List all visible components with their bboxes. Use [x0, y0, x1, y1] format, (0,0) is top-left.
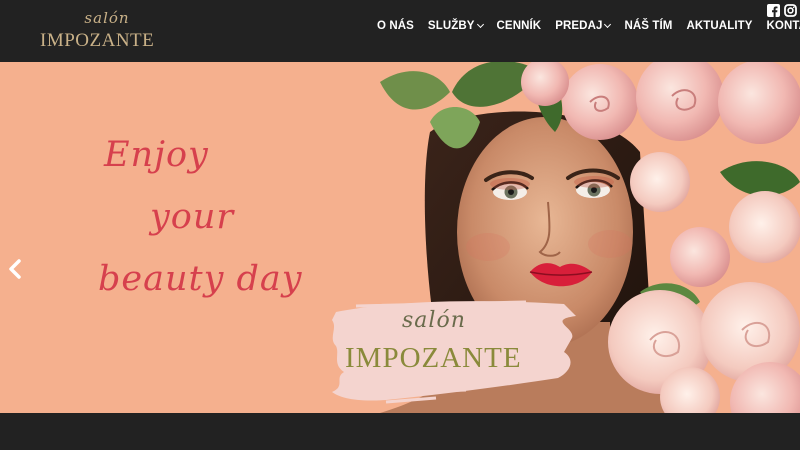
hero-tagline: Enjoy your beauty day [98, 124, 338, 310]
nav-item-aktuality[interactable]: AKTUALITY [686, 20, 752, 32]
facebook-icon[interactable] [767, 4, 780, 17]
badge-script: salón [402, 308, 466, 333]
logo-script: salón [84, 9, 130, 27]
tagline-line: your [150, 197, 235, 237]
hero-slider: Enjoy your beauty day salón IMPOZANTE [0, 62, 800, 413]
chevron-down-icon [476, 20, 484, 29]
badge-name: IMPOZANTE [345, 342, 522, 374]
nav-label: NÁŠ TÍM [624, 20, 673, 32]
nav-item-o-nas[interactable]: O NÁS [377, 20, 414, 32]
nav-label: SLUŽBY [427, 20, 475, 32]
site-header: salón IMPOZANTE O NÁS SLUŽBY CENNÍK PRED… [0, 0, 800, 62]
site-logo[interactable]: salón IMPOZANTE [40, 9, 155, 56]
nav-label: AKTUALITY [686, 20, 753, 32]
tagline-line: Enjoy [104, 135, 209, 175]
nav-item-predaj[interactable]: PREDAJ [555, 20, 612, 32]
social-links [763, 4, 797, 17]
nav-label: KONTAKT [766, 20, 800, 32]
nav-label: O NÁS [377, 20, 414, 32]
logo-name: IMPOZANTE [40, 30, 155, 51]
nav-item-kontakt[interactable]: KONTAKT [767, 20, 800, 32]
nav-item-cennik[interactable]: CENNÍK [497, 20, 542, 32]
below-hero-band [0, 413, 800, 450]
slider-prev-button[interactable] [6, 259, 24, 279]
chevron-left-icon [9, 259, 21, 279]
main-nav: O NÁS SLUŽBY CENNÍK PREDAJ NÁŠ TÍM AKTUA… [372, 18, 800, 34]
instagram-icon[interactable] [784, 4, 797, 17]
nav-label: CENNÍK [496, 20, 542, 32]
chevron-down-icon [604, 20, 612, 29]
nav-item-nas-tim[interactable]: NÁŠ TÍM [624, 20, 672, 32]
nav-item-sluzby[interactable]: SLUŽBY [427, 20, 484, 32]
nav-label: PREDAJ [555, 20, 603, 32]
tagline-line: beauty day [98, 259, 303, 299]
